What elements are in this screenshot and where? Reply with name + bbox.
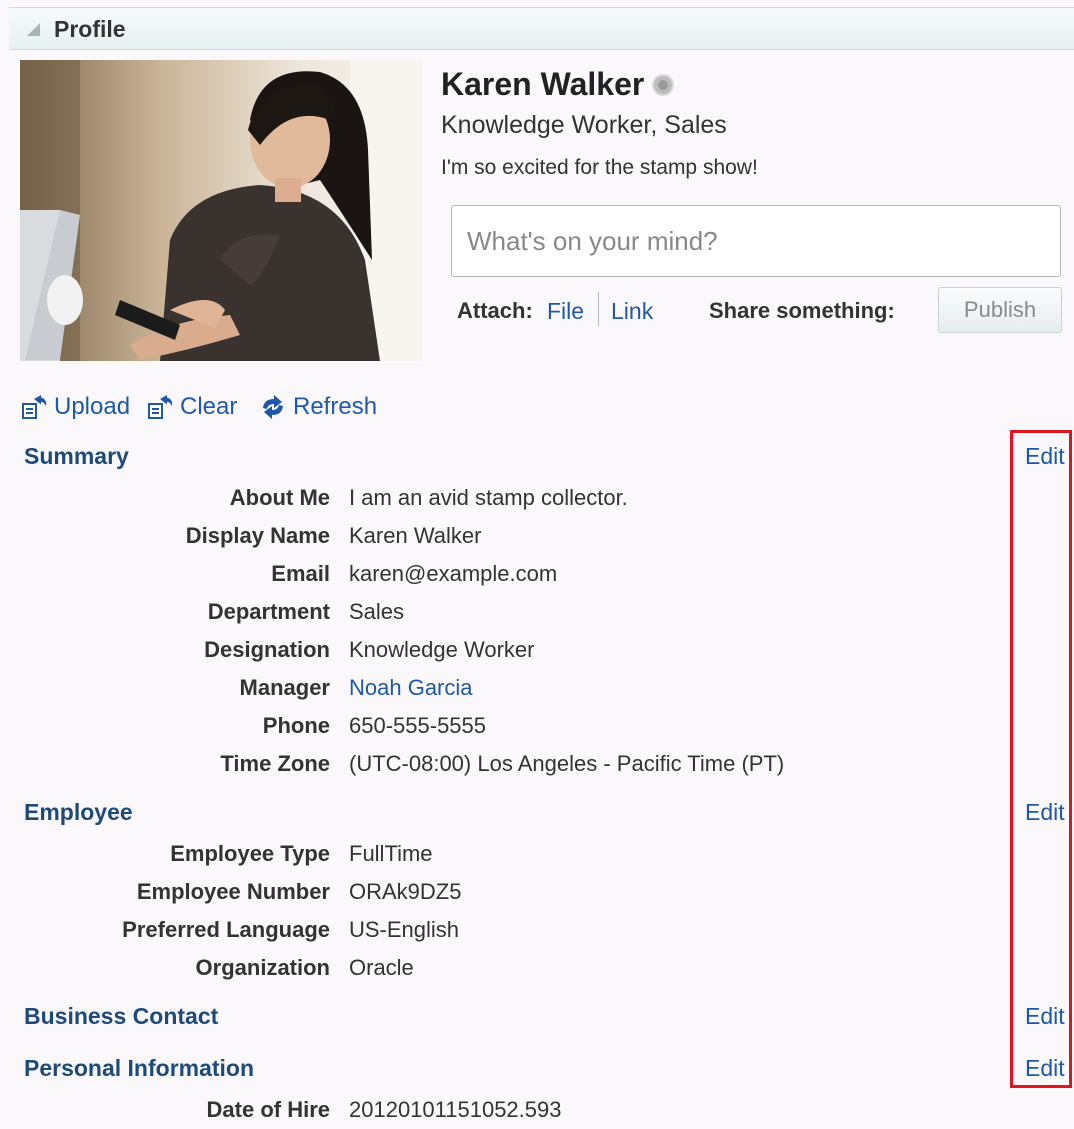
employee-number-value: ORAk9DZ5 — [349, 879, 462, 904]
profile-panel-header[interactable]: Profile — [9, 8, 1074, 50]
personal-edit-link[interactable]: Edit — [1025, 1055, 1065, 1082]
email-value: karen@example.com — [349, 561, 558, 586]
display-name-label: Display Name — [185, 523, 330, 548]
time-zone-value: (UTC-08:00) Los Angeles - Pacific Time (… — [349, 751, 785, 776]
email-label: Email — [271, 561, 330, 586]
clear-action[interactable]: Clear — [148, 393, 237, 421]
edit-links-highlight — [1010, 430, 1072, 1088]
time-zone-label: Time Zone — [220, 751, 330, 776]
upload-icon — [22, 395, 47, 419]
status-message: I'm so excited for the stamp show! — [441, 156, 758, 179]
date-of-hire-value: 20120101151052.593 — [349, 1097, 562, 1122]
publish-button[interactable]: Publish — [938, 287, 1062, 333]
user-title: Knowledge Worker, Sales — [441, 111, 727, 139]
profile-photo — [20, 60, 422, 361]
organization-value: Oracle — [349, 955, 414, 980]
manager-label: Manager — [239, 675, 330, 700]
upload-link[interactable]: Upload — [54, 393, 130, 421]
display-name-value: Karen Walker — [349, 523, 482, 548]
department-label: Department — [207, 599, 330, 624]
phone-label: Phone — [262, 713, 330, 738]
about-me-value: I am an avid stamp collector. — [349, 485, 628, 510]
refresh-link[interactable]: Refresh — [293, 393, 377, 421]
user-name: Karen Walker — [441, 66, 675, 103]
section-summary-heading: Summary — [24, 443, 129, 469]
clear-icon — [148, 395, 173, 419]
phone-value: 650-555-5555 — [349, 713, 487, 738]
section-business-contact-heading: Business Contact — [24, 1003, 219, 1029]
collapse-triangle-icon[interactable] — [27, 23, 40, 36]
employee-type-label: Employee Type — [170, 841, 330, 866]
panel-title: Profile — [54, 16, 126, 42]
presence-status-icon[interactable] — [652, 73, 675, 96]
employee-type-value: FullTime — [349, 841, 433, 866]
section-employee-heading: Employee — [24, 799, 133, 825]
manager-link[interactable]: Noah Garcia — [349, 675, 473, 701]
preferred-language-label: Preferred Language — [122, 917, 330, 942]
attach-link-link[interactable]: Link — [611, 298, 653, 325]
date-of-hire-label: Date of Hire — [206, 1097, 330, 1122]
refresh-icon — [263, 395, 283, 419]
business-contact-edit-link[interactable]: Edit — [1025, 1003, 1065, 1030]
employee-number-label: Employee Number — [136, 879, 330, 904]
share-label: Share something: — [709, 298, 895, 323]
user-name-text: Karen Walker — [441, 66, 645, 102]
upload-action[interactable]: Upload — [22, 393, 130, 421]
employee-edit-link[interactable]: Edit — [1025, 799, 1065, 826]
designation-value: Knowledge Worker — [349, 637, 535, 662]
section-personal-heading: Personal Information — [24, 1055, 255, 1081]
clear-link[interactable]: Clear — [180, 393, 237, 421]
refresh-action[interactable]: Refresh — [259, 393, 377, 421]
about-me-label: About Me — [229, 485, 330, 510]
attach-file-link[interactable]: File — [547, 298, 584, 325]
attach-label: Attach: — [457, 298, 533, 323]
organization-label: Organization — [195, 955, 330, 980]
designation-label: Designation — [204, 637, 330, 662]
summary-edit-link[interactable]: Edit — [1025, 443, 1065, 470]
preferred-language-value: US-English — [349, 917, 460, 942]
department-value: Sales — [349, 599, 405, 624]
attach-divider — [598, 292, 599, 326]
status-input[interactable] — [451, 205, 1061, 277]
